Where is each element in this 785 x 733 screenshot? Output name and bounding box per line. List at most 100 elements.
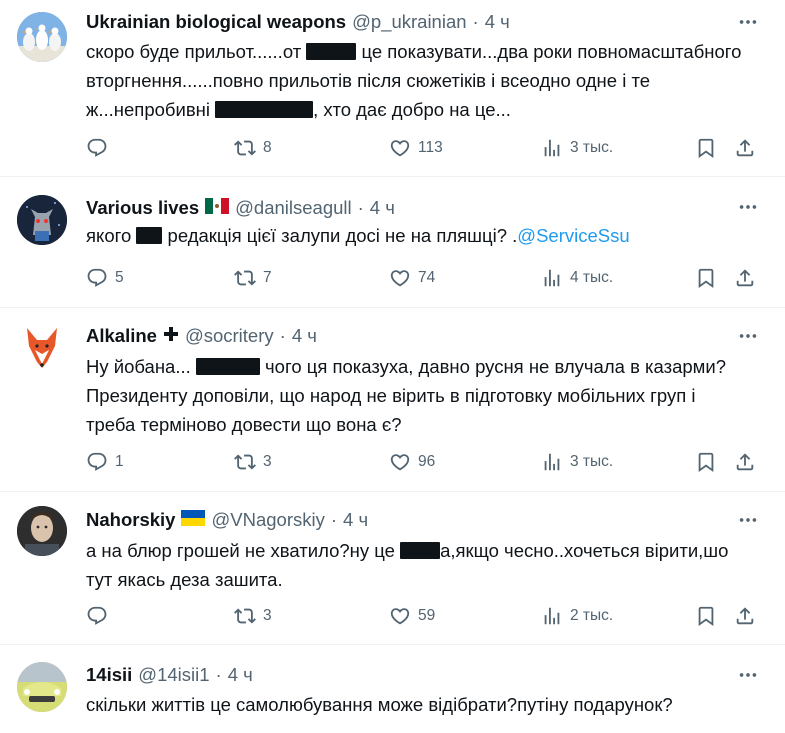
timestamp[interactable]: 4 ч xyxy=(343,509,368,531)
separator-dot: · xyxy=(472,11,479,32)
views-icon xyxy=(541,451,563,473)
retweet-button[interactable]: 3 xyxy=(234,447,272,477)
like-count: 59 xyxy=(418,607,436,624)
retweet-button[interactable]: 3 xyxy=(234,601,272,631)
views-button[interactable]: 3 тыс. xyxy=(541,133,613,163)
tweet-text: Ну йобана... чого ця показуха, давно рус… xyxy=(86,352,746,439)
user-handle[interactable]: @p_ukrainian xyxy=(352,11,466,33)
display-name[interactable]: Alkaline xyxy=(86,325,157,347)
retweet-button[interactable]: 8 xyxy=(234,133,272,163)
redaction-bar xyxy=(136,227,163,244)
display-name[interactable]: 14isii xyxy=(86,664,132,686)
share-button[interactable] xyxy=(734,447,756,477)
views-button[interactable]: 3 тыс. xyxy=(541,447,613,477)
share-icon xyxy=(734,451,756,473)
timestamp[interactable]: 4 ч xyxy=(228,664,253,686)
avatar[interactable] xyxy=(17,662,67,712)
more-icon[interactable] xyxy=(736,324,760,348)
bookmark-button[interactable] xyxy=(695,601,717,631)
reply-button[interactable]: 1 xyxy=(86,447,124,477)
more-icon[interactable] xyxy=(736,195,760,219)
bookmark-icon xyxy=(695,137,717,159)
ukraine-flag-icon xyxy=(181,509,206,531)
like-icon xyxy=(389,451,411,473)
retweet-button[interactable]: 7 xyxy=(234,263,272,293)
tweet-text: скоро буде прильот......от це показувати… xyxy=(86,37,746,124)
bookmark-button[interactable] xyxy=(695,447,717,477)
more-icon[interactable] xyxy=(736,508,760,532)
tweet[interactable]: Nahorskiy @VNagorskiy · 4 ч а на блюр гр… xyxy=(0,492,785,645)
tweet[interactable]: Various lives @danilseagull · 4 ч якого … xyxy=(0,177,785,308)
user-handle[interactable]: @14isii1 xyxy=(138,664,209,686)
views-icon xyxy=(541,605,563,627)
avatar[interactable] xyxy=(17,506,67,556)
retweet-icon xyxy=(234,605,256,627)
bookmark-icon xyxy=(695,267,717,289)
mexico-flag-icon xyxy=(205,197,230,219)
action-bar: 5 7 74 4 тыс. xyxy=(86,263,766,293)
heavy-plus-icon xyxy=(163,325,179,347)
bookmark-button[interactable] xyxy=(695,133,717,163)
tweet[interactable]: Alkaline @socritery · 4 ч Ну йобана... ч… xyxy=(0,308,785,492)
reply-icon xyxy=(86,267,108,289)
avatar[interactable] xyxy=(17,12,67,62)
share-icon xyxy=(734,267,756,289)
views-icon xyxy=(541,267,563,289)
like-button[interactable]: 59 xyxy=(389,601,435,631)
view-count: 2 тыс. xyxy=(570,607,614,624)
action-bar: 8 113 3 тыс. xyxy=(86,133,766,163)
view-count: 4 тыс. xyxy=(570,269,614,286)
retweet-count: 3 xyxy=(263,453,272,470)
like-button[interactable]: 74 xyxy=(389,263,435,293)
text-segment: редакція цієї залупи досі не на пляшці? … xyxy=(162,225,518,246)
display-name[interactable]: Various lives xyxy=(86,197,199,219)
text-segment: а на блюр грошей не хватило?ну це xyxy=(86,540,401,561)
retweet-count: 8 xyxy=(263,139,272,156)
like-button[interactable]: 113 xyxy=(389,133,443,163)
tweet-header: Alkaline @socritery · 4 ч xyxy=(86,324,317,348)
bookmark-button[interactable] xyxy=(695,263,717,293)
redaction-bar xyxy=(400,542,441,559)
reply-button[interactable] xyxy=(86,601,115,631)
tweet[interactable]: 14isii @14isii1 · 4 ч скільки життів це … xyxy=(0,645,785,733)
avatar[interactable] xyxy=(17,322,67,372)
bookmark-icon xyxy=(695,451,717,473)
views-button[interactable]: 2 тыс. xyxy=(541,601,613,631)
tweet[interactable]: Ukrainian biological weapons @p_ukrainia… xyxy=(0,0,785,177)
reply-button[interactable] xyxy=(86,133,115,163)
reply-icon xyxy=(86,137,108,159)
share-button[interactable] xyxy=(734,601,756,631)
mention-link[interactable]: @ServiceSsu xyxy=(517,225,629,246)
views-button[interactable]: 4 тыс. xyxy=(541,263,613,293)
tweet-header: Nahorskiy @VNagorskiy · 4 ч xyxy=(86,508,368,532)
bookmark-icon xyxy=(695,605,717,627)
tweet-text: якого редакція цієї залупи досі не на пл… xyxy=(86,221,746,250)
timestamp[interactable]: 4 ч xyxy=(485,11,510,33)
user-handle[interactable]: @socritery xyxy=(185,325,274,347)
user-handle[interactable]: @VNagorskiy xyxy=(211,509,324,531)
like-count: 96 xyxy=(418,453,436,470)
display-name[interactable]: Ukrainian biological weapons xyxy=(86,11,346,33)
reply-icon xyxy=(86,605,108,627)
like-icon xyxy=(389,605,411,627)
more-icon[interactable] xyxy=(736,663,760,687)
like-icon xyxy=(389,267,411,289)
share-button[interactable] xyxy=(734,133,756,163)
like-button[interactable]: 96 xyxy=(389,447,435,477)
separator-dot: · xyxy=(279,325,286,346)
reply-icon xyxy=(86,451,108,473)
text-segment: скільки життів це самолюбування може від… xyxy=(86,694,673,715)
tweet-header: 14isii @14isii1 · 4 ч xyxy=(86,663,253,687)
more-icon[interactable] xyxy=(736,10,760,34)
share-icon xyxy=(734,137,756,159)
tweet-header: Various lives @danilseagull · 4 ч xyxy=(86,196,395,220)
reply-button[interactable]: 5 xyxy=(86,263,124,293)
like-icon xyxy=(389,137,411,159)
display-name[interactable]: Nahorskiy xyxy=(86,509,175,531)
timestamp[interactable]: 4 ч xyxy=(292,325,317,347)
user-handle[interactable]: @danilseagull xyxy=(235,197,352,219)
avatar[interactable] xyxy=(17,195,67,245)
timestamp[interactable]: 4 ч xyxy=(370,197,395,219)
text-segment: якого xyxy=(86,225,137,246)
share-button[interactable] xyxy=(734,263,756,293)
